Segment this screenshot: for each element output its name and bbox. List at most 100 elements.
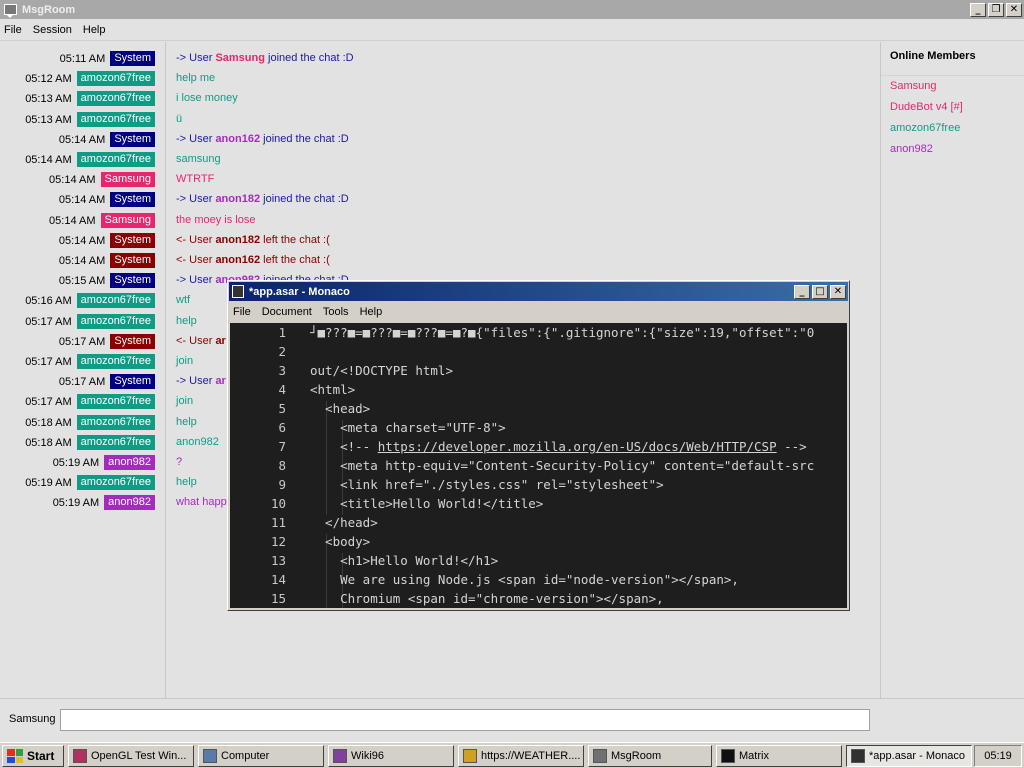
close-button[interactable]: ✕	[1006, 2, 1022, 17]
menu-session[interactable]: Session	[33, 24, 72, 36]
chat-message: -> User anon162 joined the chat :D	[176, 132, 349, 147]
taskbar-item[interactable]: *app.asar - Monaco	[846, 745, 972, 767]
line-number: 1	[278, 325, 286, 340]
user-badge[interactable]: Samsung	[100, 213, 155, 228]
menu-file[interactable]: File	[4, 24, 22, 36]
taskbar-item[interactable]: https://WEATHER....	[458, 745, 584, 767]
message-timestamp: 05:15 AM	[58, 274, 106, 287]
editor-menu-file[interactable]: File	[233, 306, 251, 318]
user-badge[interactable]: System	[110, 253, 155, 268]
start-button[interactable]: Start	[2, 745, 64, 767]
chat-message: help	[176, 314, 197, 329]
chat-message: wtf	[176, 293, 190, 308]
user-badge[interactable]: System	[110, 334, 155, 349]
line-text: Chromium <span id="chrome-version"></spa…	[310, 591, 664, 606]
user-badge[interactable]: System	[110, 374, 155, 389]
code-editor[interactable]: 1 ┘■???■=■???■=■???■=■?■{"files":{".gitig…	[230, 323, 847, 608]
member-list: Samsung DudeBot v4 [#] amozon67free anon982	[881, 76, 1024, 160]
message-input[interactable]	[60, 709, 870, 731]
member-item[interactable]: anon982	[881, 139, 1024, 160]
member-item[interactable]: DudeBot v4 [#]	[881, 97, 1024, 118]
editor-maximize-button[interactable]: □	[812, 284, 828, 299]
chat-message: WTRTF	[176, 172, 214, 187]
editor-menu-tools[interactable]: Tools	[323, 306, 349, 318]
user-badge[interactable]: Samsung	[100, 172, 155, 187]
taskbar-item[interactable]: MsgRoom	[588, 745, 712, 767]
taskbar-item[interactable]: Wiki96	[328, 745, 454, 767]
user-badge[interactable]: amozon67free	[76, 394, 155, 409]
user-badge[interactable]: amozon67free	[76, 91, 155, 106]
app-icon	[851, 749, 865, 763]
taskbar-item-label: *app.asar - Monaco	[869, 750, 965, 762]
message-timestamp: 05:17 AM	[25, 315, 72, 328]
minimize-button[interactable]: _	[970, 2, 986, 17]
window-title: MsgRoom	[22, 3, 76, 16]
log-meta-row: 05:18 AM amozon67free	[25, 415, 155, 430]
user-badge[interactable]: System	[110, 192, 155, 207]
log-meta-row: 05:19 AM amozon67free	[25, 475, 155, 490]
user-badge[interactable]: System	[110, 132, 155, 147]
online-members-title: Online Members	[881, 42, 1024, 76]
user-badge[interactable]: anon982	[104, 495, 155, 510]
line-text: <html>	[310, 382, 356, 397]
message-text: -> User	[176, 133, 216, 145]
message-username: anon162	[215, 254, 261, 266]
message-text: the moey is lose	[176, 214, 256, 226]
user-badge[interactable]: amozon67free	[76, 112, 155, 127]
chat-message: -> User Samsung joined the chat :D	[176, 51, 354, 66]
timestamp-column: 05:11 AM System 05:12 AM amozon67free 05:13 …	[0, 42, 166, 698]
user-badge[interactable]: amozon67free	[76, 475, 155, 490]
maximize-button[interactable]: ❐	[988, 2, 1004, 17]
message-timestamp: 05:18 AM	[25, 436, 72, 449]
log-meta-row: 05:17 AM System	[59, 374, 155, 389]
user-badge[interactable]: amozon67free	[76, 293, 155, 308]
log-meta-row: 05:16 AM amozon67free	[25, 293, 155, 308]
editor-close-button[interactable]: ✕	[830, 284, 846, 299]
user-badge[interactable]: System	[110, 233, 155, 248]
line-text: </head>	[310, 515, 378, 530]
menu-help[interactable]: Help	[83, 24, 106, 36]
chat-message: help	[176, 475, 197, 490]
editor-menu-help[interactable]: Help	[360, 306, 383, 318]
taskbar-item-label: Matrix	[739, 750, 769, 762]
line-text: <meta http-equiv="Content-Security-Polic…	[310, 458, 815, 473]
user-badge[interactable]: amozon67free	[76, 314, 155, 329]
line-number: 2	[278, 344, 286, 359]
code-line: 3 out/<!DOCTYPE html>	[230, 361, 847, 380]
user-badge[interactable]: amozon67free	[76, 415, 155, 430]
message-text: <- User	[176, 254, 216, 266]
user-badge[interactable]: anon982	[104, 455, 155, 470]
code-line: 12 <body>	[230, 532, 847, 551]
member-item[interactable]: Samsung	[881, 76, 1024, 97]
taskbar-item[interactable]: Computer	[198, 745, 324, 767]
log-meta-row: 05:17 AM amozon67free	[25, 354, 155, 369]
user-badge[interactable]: System	[110, 273, 155, 288]
message-text-suffix: joined the chat :D	[260, 133, 349, 145]
user-badge[interactable]: amozon67free	[76, 152, 155, 167]
chat-message: join	[176, 394, 193, 409]
user-badge[interactable]: amozon67free	[76, 71, 155, 86]
log-meta-row: 05:13 AM amozon67free	[25, 112, 155, 127]
app-icon	[333, 749, 347, 763]
chat-message: join	[176, 354, 193, 369]
code-line: 13 <h1>Hello World!</h1>	[230, 551, 847, 570]
line-number: 4	[278, 382, 286, 397]
windows-logo-icon	[7, 749, 23, 763]
chat-message: what happ	[176, 495, 227, 510]
user-badge[interactable]: System	[110, 51, 155, 66]
taskbar-item[interactable]: Matrix	[716, 745, 842, 767]
editor-menu-document[interactable]: Document	[262, 306, 312, 318]
line-number: 15	[270, 591, 286, 606]
message-text: help	[176, 476, 197, 488]
message-text: i lose money	[176, 92, 238, 104]
message-timestamp: 05:17 AM	[58, 335, 106, 348]
message-timestamp: 05:14 AM	[49, 214, 96, 227]
message-text: help	[176, 315, 197, 327]
editor-minimize-button[interactable]: _	[794, 284, 810, 299]
user-badge[interactable]: amozon67free	[76, 435, 155, 450]
taskbar-item[interactable]: OpenGL Test Win...	[68, 745, 194, 767]
line-number: 13	[270, 553, 286, 568]
url-link[interactable]: https://developer.mozilla.org/en-US/docs…	[378, 439, 777, 454]
user-badge[interactable]: amozon67free	[76, 354, 155, 369]
member-item[interactable]: amozon67free	[881, 118, 1024, 139]
